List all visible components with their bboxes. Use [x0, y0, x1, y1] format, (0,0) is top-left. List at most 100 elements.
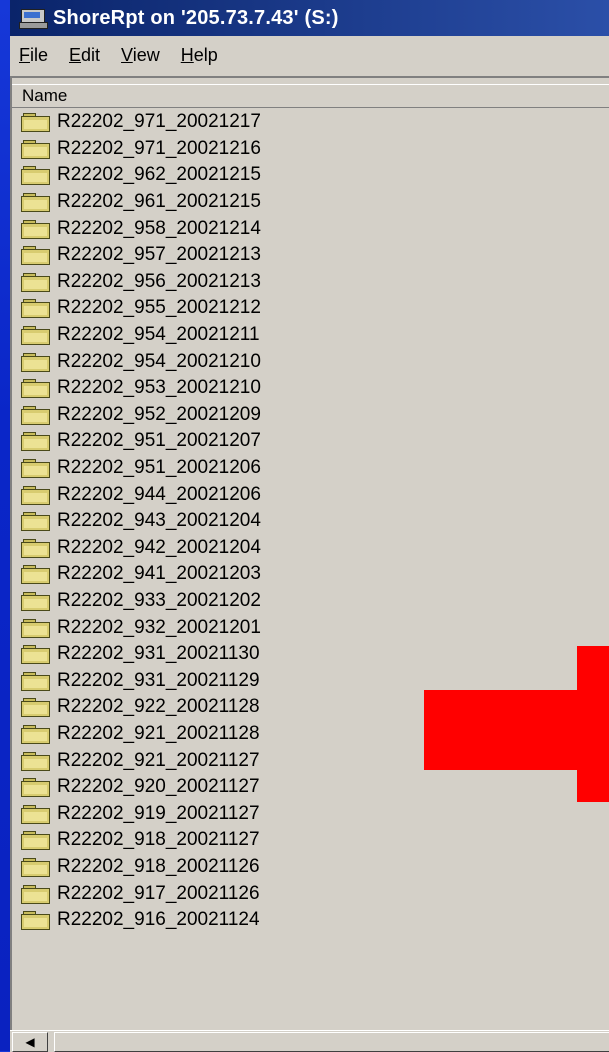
- column-header-label: Name: [22, 86, 68, 105]
- folder-name: R22202_918_20021126: [57, 855, 260, 877]
- folder-icon: [21, 698, 51, 718]
- folder-name: R22202_941_20021203: [57, 563, 261, 585]
- folder-icon: [21, 219, 51, 239]
- folder-icon: [21, 884, 51, 904]
- folder-icon: [21, 804, 51, 824]
- list-item[interactable]: R22202_952_20021209: [12, 402, 609, 429]
- menu-item-view[interactable]: View: [121, 45, 160, 66]
- folder-name: R22202_962_20021215: [57, 164, 261, 186]
- folder-name: R22202_918_20021127: [57, 829, 260, 851]
- list-item[interactable]: R22202_953_20021210: [12, 375, 609, 402]
- list-item[interactable]: R22202_954_20021211: [12, 322, 609, 349]
- folder-name: R22202_961_20021215: [57, 191, 261, 213]
- folder-name: R22202_921_20021127: [57, 749, 260, 771]
- folder-icon: [21, 831, 51, 851]
- folder-name: R22202_956_20021213: [57, 270, 261, 292]
- list-item[interactable]: R22202_955_20021212: [12, 295, 609, 322]
- window-title: ShoreRpt on '205.73.7.43' (S:): [53, 6, 339, 29]
- menu-bar: File Edit View Help: [10, 36, 609, 74]
- file-list-pane: Name R22202_971_20021217 R22202_971_20021…: [10, 76, 609, 1038]
- folder-icon: [21, 193, 51, 213]
- list-item[interactable]: R22202_917_20021126: [12, 880, 609, 907]
- folder-icon: [21, 751, 51, 771]
- file-list: R22202_971_20021217 R22202_971_20021216 R2…: [12, 109, 609, 933]
- folder-icon: [21, 645, 51, 665]
- folder-icon: [21, 538, 51, 558]
- explorer-window: ShoreRpt on '205.73.7.43' (S:) File Edit V…: [10, 0, 609, 1052]
- folder-name: R22202_921_20021128: [57, 722, 260, 744]
- list-item[interactable]: R22202_933_20021202: [12, 588, 609, 615]
- folder-name: R22202_931_20021130: [57, 643, 260, 665]
- list-item[interactable]: R22202_916_20021124: [12, 907, 609, 934]
- folder-icon: [21, 512, 51, 532]
- folder-icon: [21, 379, 51, 399]
- list-item[interactable]: R22202_932_20021201: [12, 614, 609, 641]
- folder-icon: [21, 246, 51, 266]
- scroll-left-button[interactable]: ◀: [12, 1032, 48, 1052]
- folder-icon: [21, 857, 51, 877]
- list-item[interactable]: R22202_943_20021204: [12, 508, 609, 535]
- folder-icon: [21, 591, 51, 611]
- folder-name: R22202_954_20021210: [57, 350, 261, 372]
- folder-icon: [21, 618, 51, 638]
- list-item[interactable]: R22202_918_20021126: [12, 854, 609, 881]
- folder-icon: [21, 485, 51, 505]
- horizontal-scrollbar[interactable]: ◀: [10, 1030, 609, 1052]
- list-item[interactable]: R22202_961_20021215: [12, 189, 609, 216]
- folder-icon: [21, 432, 51, 452]
- list-item[interactable]: R22202_944_20021206: [12, 481, 609, 508]
- folder-name: R22202_955_20021212: [57, 297, 261, 319]
- list-item[interactable]: R22202_971_20021216: [12, 136, 609, 163]
- list-item[interactable]: R22202_954_20021210: [12, 348, 609, 375]
- folder-name: R22202_952_20021209: [57, 403, 261, 425]
- folder-icon: [21, 724, 51, 744]
- menu-item-help[interactable]: Help: [181, 45, 218, 66]
- folder-icon: [21, 299, 51, 319]
- folder-name: R22202_971_20021217: [57, 111, 261, 133]
- folder-name: R22202_919_20021127: [57, 802, 260, 824]
- scroll-thumb[interactable]: [54, 1032, 609, 1052]
- folder-name: R22202_957_20021213: [57, 244, 261, 266]
- folder-icon: [21, 778, 51, 798]
- folder-icon: [21, 326, 51, 346]
- folder-name: R22202_917_20021126: [57, 882, 260, 904]
- list-item[interactable]: R22202_941_20021203: [12, 561, 609, 588]
- folder-icon: [21, 166, 51, 186]
- folder-name: R22202_954_20021211: [57, 324, 260, 346]
- column-header-name[interactable]: Name: [12, 84, 609, 108]
- folder-name: R22202_922_20021128: [57, 696, 260, 718]
- folder-icon: [21, 405, 51, 425]
- folder-name: R22202_951_20021206: [57, 457, 261, 479]
- menu-item-file[interactable]: File: [19, 45, 48, 66]
- list-item[interactable]: R22202_957_20021213: [12, 242, 609, 269]
- list-item[interactable]: R22202_951_20021206: [12, 455, 609, 482]
- list-item[interactable]: R22202_942_20021204: [12, 535, 609, 562]
- list-item[interactable]: R22202_962_20021215: [12, 162, 609, 189]
- folder-name: R22202_951_20021207: [57, 430, 261, 452]
- title-bar[interactable]: ShoreRpt on '205.73.7.43' (S:): [10, 0, 609, 36]
- folder-icon: [21, 272, 51, 292]
- folder-name: R22202_933_20021202: [57, 589, 261, 611]
- folder-icon: [21, 911, 51, 931]
- list-item[interactable]: R22202_951_20021207: [12, 428, 609, 455]
- folder-icon: [21, 113, 51, 133]
- folder-icon: [21, 459, 51, 479]
- folder-name: R22202_942_20021204: [57, 536, 261, 558]
- list-item[interactable]: R22202_971_20021217: [12, 109, 609, 136]
- folder-icon: [21, 565, 51, 585]
- list-item[interactable]: R22202_919_20021127: [12, 800, 609, 827]
- network-drive-icon: [19, 8, 48, 29]
- list-item[interactable]: R22202_958_20021214: [12, 215, 609, 242]
- folder-icon: [21, 139, 51, 159]
- list-item[interactable]: R22202_956_20021213: [12, 269, 609, 296]
- folder-name: R22202_920_20021127: [57, 776, 260, 798]
- folder-icon: [21, 671, 51, 691]
- folder-name: R22202_953_20021210: [57, 377, 261, 399]
- folder-name: R22202_932_20021201: [57, 616, 261, 638]
- folder-name: R22202_916_20021124: [57, 909, 260, 931]
- menu-item-edit[interactable]: Edit: [69, 45, 100, 66]
- folder-name: R22202_958_20021214: [57, 217, 261, 239]
- folder-name: R22202_944_20021206: [57, 483, 261, 505]
- folder-name: R22202_943_20021204: [57, 510, 261, 532]
- list-item[interactable]: R22202_918_20021127: [12, 827, 609, 854]
